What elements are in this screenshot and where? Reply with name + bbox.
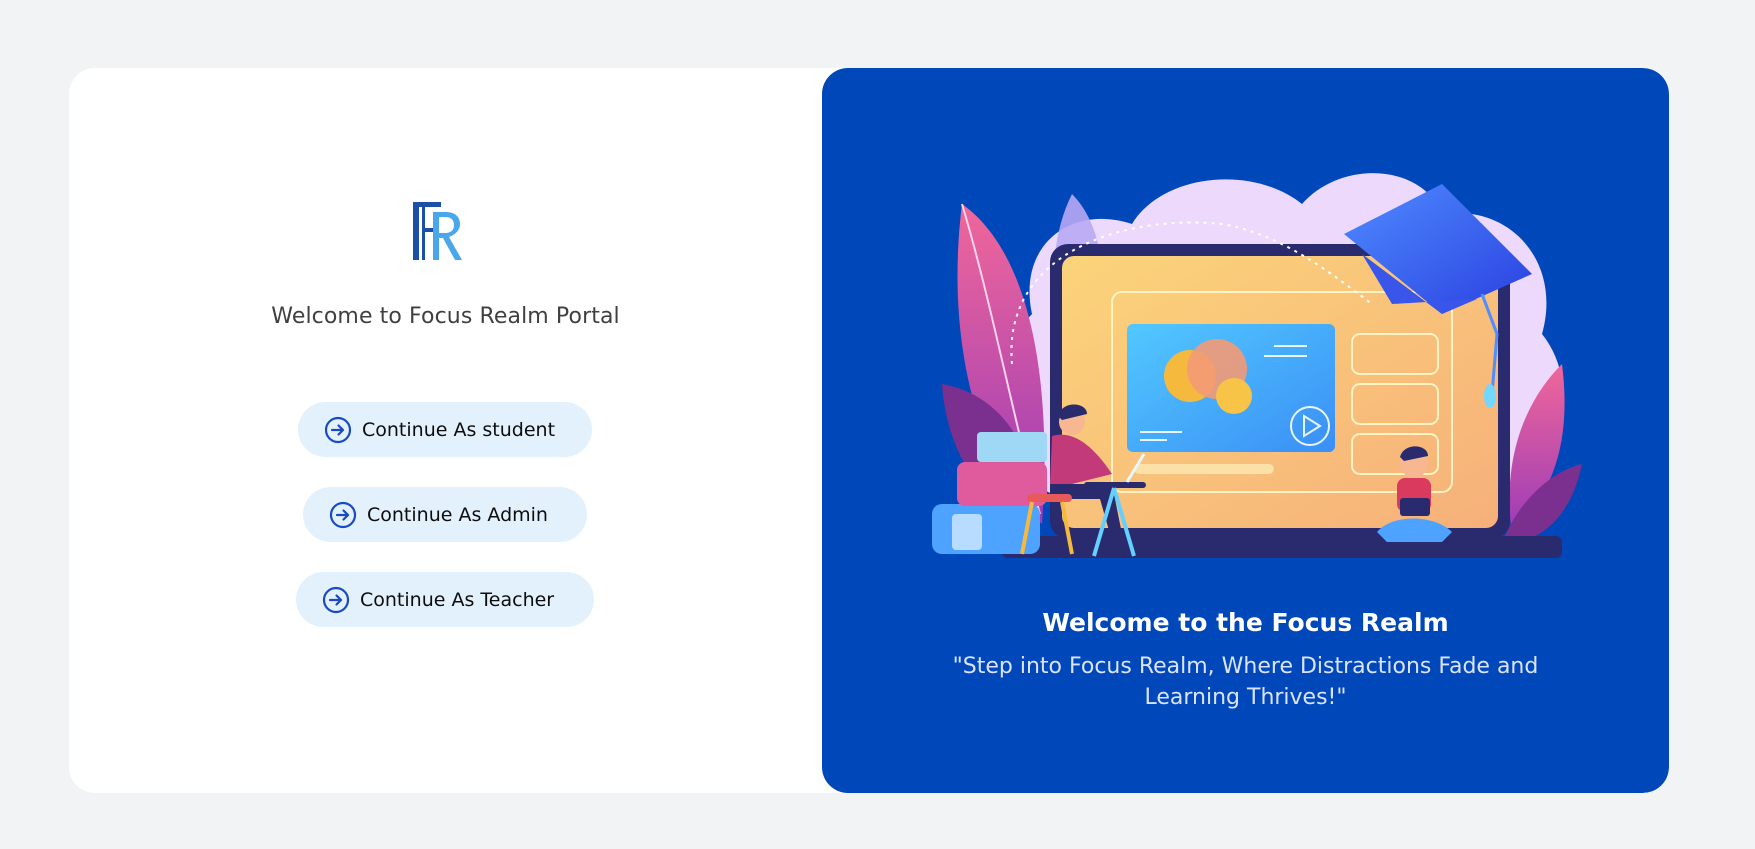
hero-panel: Welcome to the Focus Realm "Step into Fo… <box>822 68 1669 793</box>
welcome-text: Welcome to Focus Realm Portal <box>271 304 620 329</box>
portal-card: Welcome to Focus Realm Portal Continue A… <box>69 68 1669 793</box>
circle-arrow-right-icon <box>329 501 357 529</box>
continue-as-teacher-label: Continue As Teacher <box>360 588 555 611</box>
continue-as-student-label: Continue As student <box>362 418 556 441</box>
continue-as-admin-button[interactable]: Continue As Admin <box>303 487 587 542</box>
role-selection-panel: Welcome to Focus Realm Portal Continue A… <box>69 68 822 793</box>
online-learning-illustration <box>922 164 1582 594</box>
circle-arrow-right-icon <box>324 416 352 444</box>
continue-as-teacher-button[interactable]: Continue As Teacher <box>296 572 594 627</box>
continue-as-student-button[interactable]: Continue As student <box>298 402 592 457</box>
hero-title: Welcome to the Focus Realm <box>1042 608 1449 637</box>
fr-logo-icon <box>409 198 465 264</box>
circle-arrow-right-icon <box>322 586 350 614</box>
continue-as-admin-label: Continue As Admin <box>367 503 548 526</box>
hero-quote: "Step into Focus Realm, Where Distractio… <box>952 654 1539 710</box>
